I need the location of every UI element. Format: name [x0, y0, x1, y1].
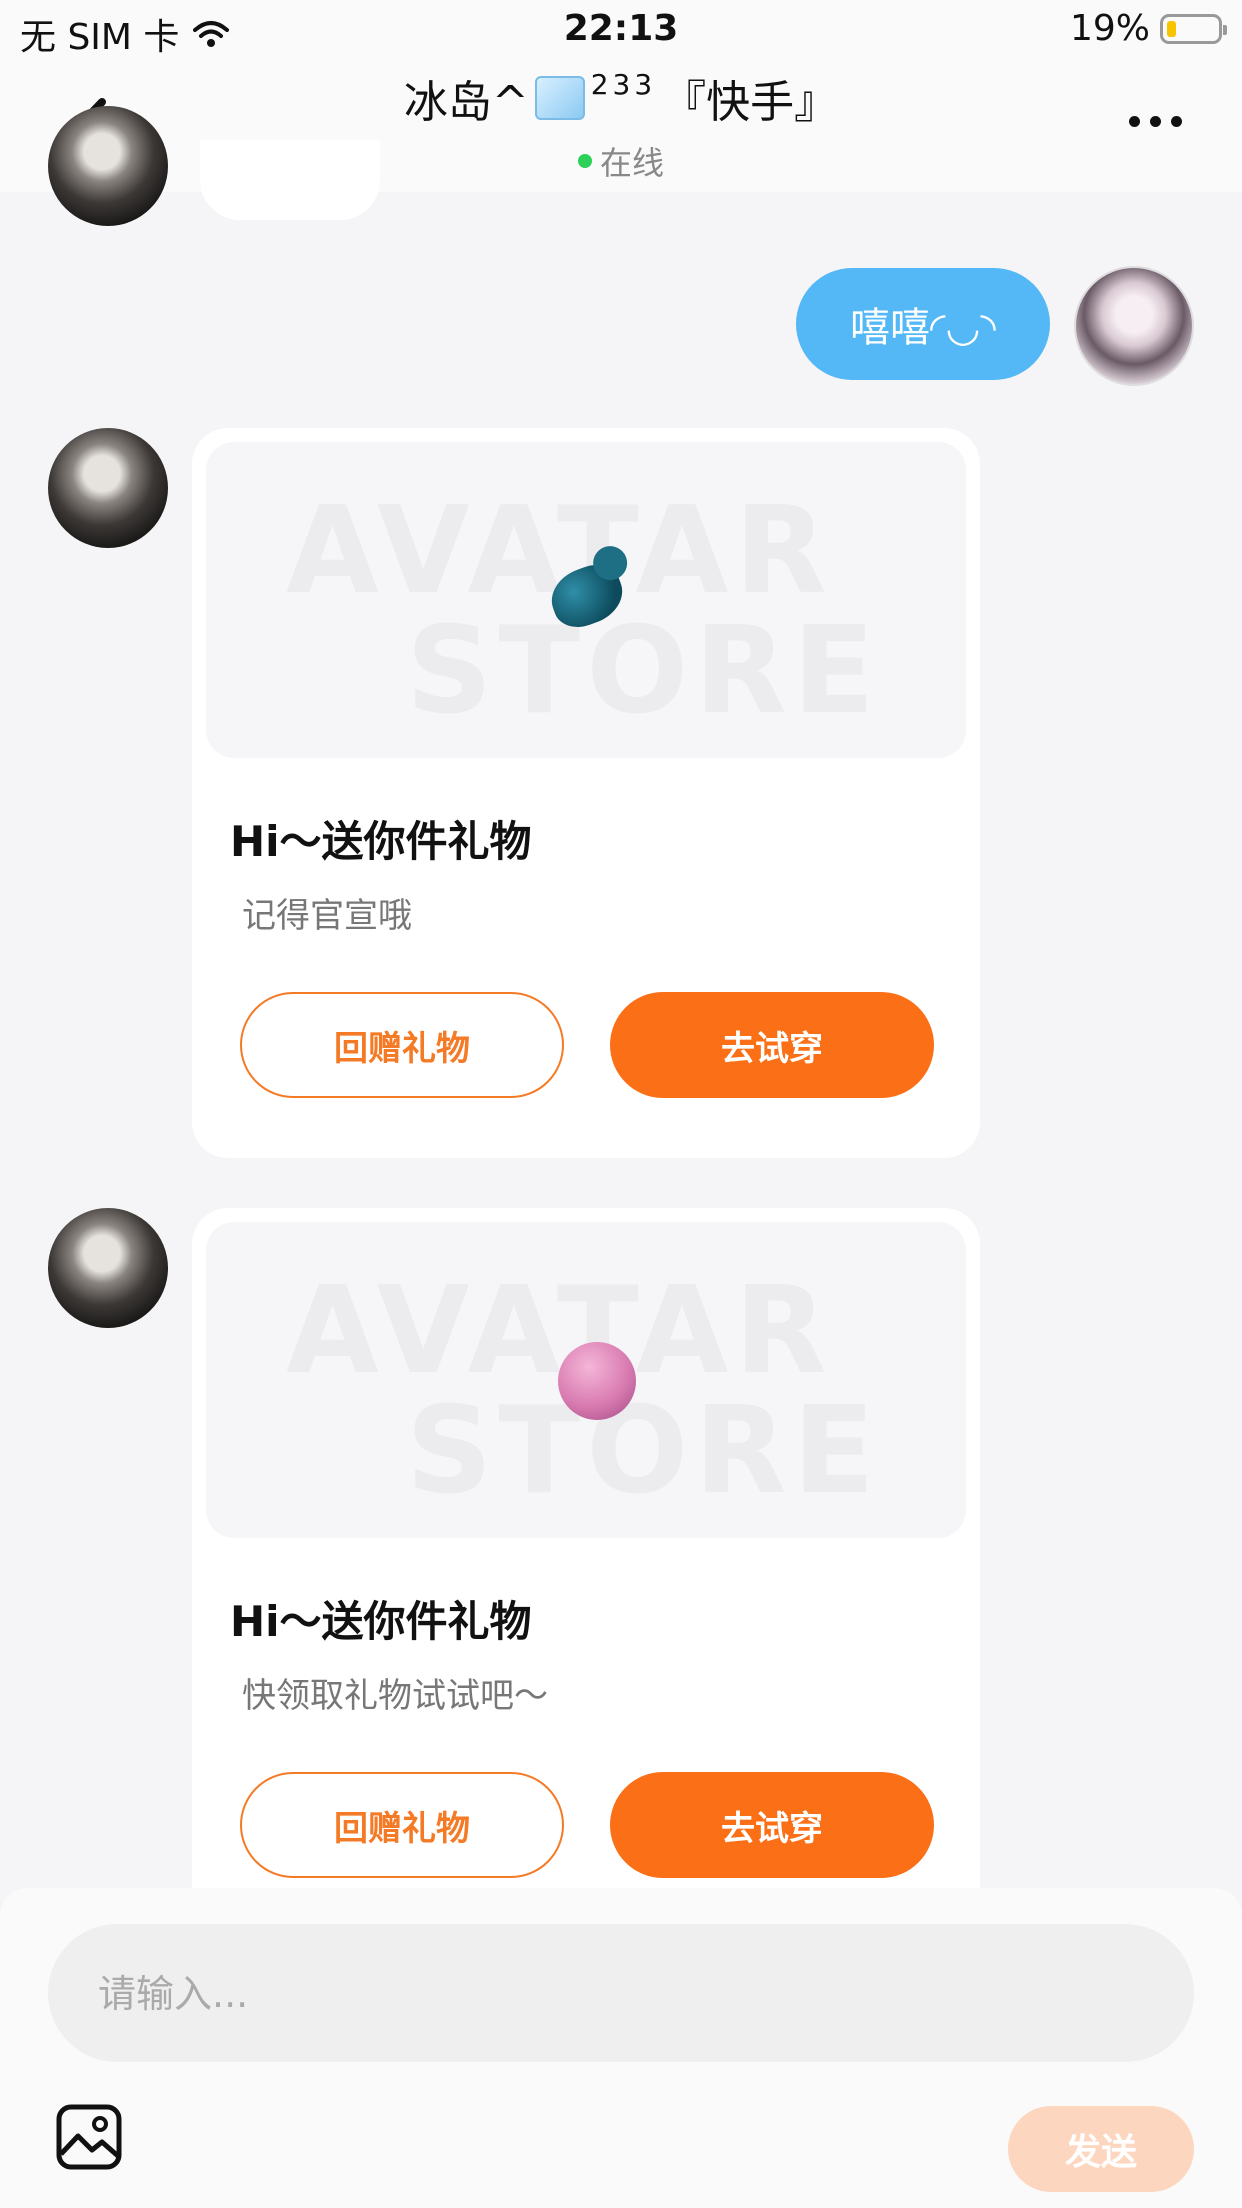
contact-name: 冰岛^ 233 『快手』: [404, 66, 838, 130]
online-status: 在线: [0, 138, 1242, 184]
gift-preview[interactable]: AVATAR STORE: [206, 442, 966, 758]
battery-group: 19%: [1069, 8, 1227, 49]
contact-name-sup: 233: [590, 67, 657, 101]
message-input-wrapper[interactable]: [48, 1924, 1194, 2064]
message-bubble-partial: [200, 140, 380, 220]
return-gift-button[interactable]: 回赠礼物: [240, 992, 564, 1098]
watermark-text: STORE: [406, 1382, 881, 1521]
gift-card-title: Hi～送你件礼物: [230, 1597, 532, 1646]
online-status-label: 在线: [599, 144, 664, 182]
composer: 发送: [0, 1888, 1242, 2208]
battery-icon: [1160, 13, 1227, 44]
contact-name-text: 冰岛^: [403, 77, 529, 128]
online-dot-icon: [577, 154, 592, 168]
ice-cube-icon: [534, 76, 585, 120]
my-avatar[interactable]: [1074, 266, 1194, 386]
nav-bar: 冰岛^ 233 『快手』 在线: [0, 62, 1242, 192]
try-on-button[interactable]: 去试穿: [610, 1772, 934, 1878]
gift-card: AVATAR STORE Hi～送你件礼物 快领取礼物试试吧～ 回赠礼物 去试穿: [192, 1208, 980, 1938]
contact-avatar[interactable]: [48, 1208, 168, 1328]
gift-card-subtitle: 记得官宣哦: [242, 896, 412, 936]
image-picker-icon[interactable]: [56, 2104, 122, 2170]
status-bar: 无 SIM 卡 22:13 19%: [0, 0, 1242, 62]
gift-card-title: Hi～送你件礼物: [230, 817, 532, 866]
battery-percent: 19%: [1069, 8, 1150, 49]
try-on-button[interactable]: 去试穿: [610, 992, 934, 1098]
contact-avatar[interactable]: [48, 428, 168, 548]
watermark-text: STORE: [406, 602, 881, 741]
gift-card-subtitle: 快领取礼物试试吧～: [242, 1676, 548, 1716]
send-button[interactable]: 发送: [1008, 2106, 1194, 2192]
more-options-icon[interactable]: [1129, 116, 1182, 127]
chat-header: 冰岛^ 233 『快手』 在线: [0, 66, 1242, 184]
gift-card: AVATAR STORE Hi～送你件礼物 记得官宣哦 回赠礼物 去试穿: [192, 428, 980, 1158]
my-message-bubble[interactable]: 嘻嘻◜◡◝: [796, 268, 1050, 380]
message-input[interactable]: [96, 1924, 1100, 2064]
ball-icon: [558, 1342, 636, 1420]
my-message-text: 嘻嘻◜◡◝: [850, 305, 996, 351]
clock: 22:13: [563, 8, 679, 49]
contact-name-suffix: 『快手』: [662, 77, 839, 128]
contact-avatar[interactable]: [48, 106, 168, 226]
gift-preview[interactable]: AVATAR STORE: [206, 1222, 966, 1538]
return-gift-button[interactable]: 回赠礼物: [240, 1772, 564, 1878]
